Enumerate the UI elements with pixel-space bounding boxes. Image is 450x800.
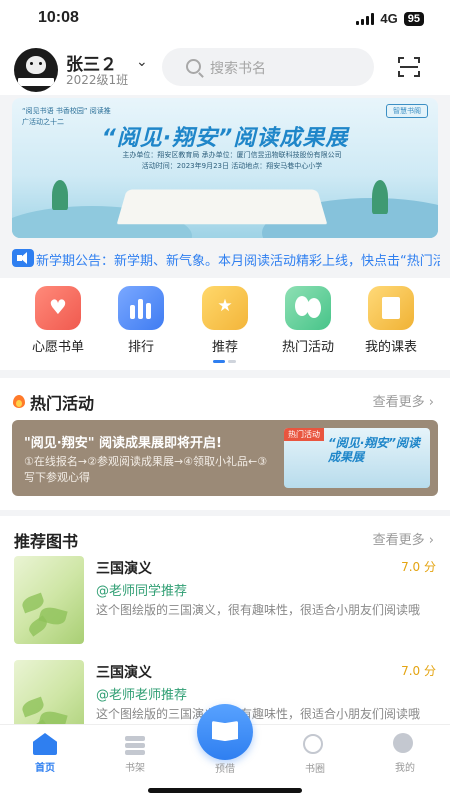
quick-nav-label: 推荐 bbox=[211, 340, 238, 355]
user-class: 2022级1班 bbox=[66, 73, 129, 87]
quick-nav-label: 我的课表 bbox=[364, 340, 417, 355]
tab-label: 我的 bbox=[395, 763, 415, 774]
top-header: 张三２ 2022级1班 ⌄ 搜索书名 bbox=[0, 40, 450, 95]
banner-meta-line2: 活动时间：2023年9月23日 活动地点：翔安马巷中心小学 bbox=[141, 162, 323, 170]
clock: 10:08 bbox=[38, 9, 79, 26]
view-more-link[interactable]: 查看更多 › bbox=[373, 391, 434, 410]
quick-nav: 心愿书单 排行 推荐 热门活动 我的课表 bbox=[0, 278, 450, 370]
book-recommender: @老师同学推荐 bbox=[96, 584, 188, 599]
scan-icon[interactable] bbox=[398, 57, 420, 77]
book-score: 7.0 分 bbox=[401, 664, 436, 678]
book-title: 三国演义 bbox=[96, 561, 152, 577]
banner-logo: 智慧书阁 bbox=[386, 104, 428, 118]
activity-card[interactable]: "阅见·翔安" 阅读成果展即将开启! ①在线报名→②参观阅读成果展→④领取小礼品… bbox=[12, 420, 438, 496]
tab-bookshelf[interactable]: 书架 bbox=[100, 733, 170, 774]
tab-book-circle[interactable]: 书圈 bbox=[280, 733, 350, 775]
network-label: 4G bbox=[380, 11, 398, 26]
chevron-down-icon[interactable]: ⌄ bbox=[136, 54, 148, 70]
book-description: 这个图绘版的三国演义，很有趣味性，很适合小朋友们阅读哦 bbox=[96, 707, 421, 721]
tab-me[interactable]: 我的 bbox=[370, 733, 440, 774]
recommended-books-section: 推荐图书 查看更多 › 三国演义 7.0 分 @老师同学推荐 这个图绘版的三国演… bbox=[0, 516, 450, 726]
tab-label: 书圈 bbox=[305, 764, 325, 775]
view-more-label: 查看更多 bbox=[372, 533, 425, 548]
quick-nav-label: 排行 bbox=[127, 340, 154, 355]
hot-activity-section: 热门活动 查看更多 › "阅见·翔安" 阅读成果展即将开启! ①在线报名→②参观… bbox=[0, 378, 450, 510]
bookshelf-icon bbox=[123, 733, 147, 755]
book-description: 这个图绘版的三国演义，很有趣味性，很适合小朋友们阅读哦 bbox=[96, 603, 421, 617]
fire-icon bbox=[12, 391, 26, 409]
quick-nav-recommend[interactable]: 推荐 bbox=[185, 286, 265, 355]
chevron-right-icon: › bbox=[428, 533, 434, 548]
status-icons: 4G 95 bbox=[356, 11, 424, 26]
view-more-link[interactable]: 查看更多 › bbox=[373, 529, 434, 548]
chevron-right-icon: › bbox=[428, 395, 434, 410]
quick-nav-hot-activities[interactable]: 热门活动 bbox=[268, 286, 348, 355]
activity-card-image: 热门活动 “阅见·翔安”阅读成果展 bbox=[284, 428, 430, 488]
quick-nav-ranking[interactable]: 排行 bbox=[101, 286, 181, 355]
borrow-book-icon[interactable] bbox=[197, 704, 253, 760]
activity-card-title: "阅见·翔安" 阅读成果展即将开启! bbox=[24, 436, 222, 451]
balloon-icon bbox=[285, 286, 331, 330]
view-more-label: 查看更多 bbox=[372, 395, 425, 410]
tab-label[interactable]: 预借 bbox=[197, 760, 253, 775]
book-list-item[interactable]: 三国演义 7.0 分 @老师同学推荐 这个图绘版的三国演义，很有趣味性，很适合小… bbox=[0, 556, 450, 652]
avatar[interactable] bbox=[14, 48, 58, 92]
compass-icon bbox=[303, 734, 327, 756]
schedule-icon bbox=[368, 286, 414, 330]
banner-title: “阅见·翔安”阅读成果展 bbox=[101, 126, 349, 151]
avatar-caption-icon bbox=[18, 78, 54, 86]
book-cover bbox=[14, 660, 84, 726]
book-cover bbox=[14, 556, 84, 644]
quick-nav-label: 心愿书单 bbox=[31, 340, 84, 355]
tab-home[interactable]: 首页 bbox=[10, 733, 80, 774]
signal-icon bbox=[356, 12, 375, 25]
banner-meta: 主办单位：翔安区教育局 承办单位：厦门信昱迅物联科技股份有限公司 活动时间：20… bbox=[82, 150, 382, 172]
quick-nav-wishlist[interactable]: 心愿书单 bbox=[18, 286, 98, 355]
book-title: 三国演义 bbox=[96, 665, 152, 681]
activity-image-title: “阅见·翔安”阅读成果展 bbox=[328, 436, 421, 464]
search-input[interactable]: 搜索书名 bbox=[162, 48, 374, 86]
announcement-bar[interactable]: 新学期公告：新学期、新气象。本月阅读活动精彩上线，快点击“热门活动” bbox=[0, 244, 450, 272]
banner-tree-icon bbox=[52, 180, 68, 210]
activity-card-desc: ①在线报名→②参观阅读成果展→④领取小礼品←③写下参观心得 bbox=[24, 455, 268, 484]
book-score: 7.0 分 bbox=[401, 560, 436, 574]
banner-meta-line1: 主办单位：翔安区教育局 承办单位：厦门信昱迅物联科技股份有限公司 bbox=[122, 151, 342, 159]
battery-icon: 95 bbox=[403, 11, 424, 26]
banner-tree-icon bbox=[372, 180, 388, 214]
activity-image-tag: 热门活动 bbox=[284, 428, 324, 441]
page-indicator bbox=[213, 360, 237, 363]
section-title: 热门活动 bbox=[30, 394, 95, 413]
search-placeholder: 搜索书名 bbox=[210, 61, 266, 77]
tab-label: 书架 bbox=[125, 763, 145, 774]
activity-banner[interactable]: “阅见书语 书香校园” 阅读推广活动之十二 智慧书阁 “阅见·翔安”阅读成果展 … bbox=[12, 98, 438, 238]
heart-icon bbox=[35, 286, 81, 330]
home-indicator bbox=[148, 788, 302, 793]
home-icon bbox=[33, 733, 57, 755]
star-icon bbox=[202, 286, 248, 330]
banner-open-book-illustration bbox=[116, 189, 328, 225]
quick-nav-schedule[interactable]: 我的课表 bbox=[351, 286, 431, 355]
book-recommender: @老师老师推荐 bbox=[96, 688, 188, 703]
avatar-face-icon bbox=[26, 56, 46, 74]
speaker-icon bbox=[12, 249, 34, 267]
search-icon bbox=[186, 59, 201, 74]
tab-label: 首页 bbox=[35, 763, 55, 774]
announcement-text: 新学期公告：新学期、新气象。本月阅读活动精彩上线，快点击“热门活动” bbox=[36, 254, 440, 269]
ranking-icon bbox=[118, 286, 164, 330]
status-bar: 10:08 4G 95 bbox=[0, 0, 450, 40]
section-title: 推荐图书 bbox=[14, 532, 79, 551]
profile-icon bbox=[393, 733, 417, 755]
quick-nav-label: 热门活动 bbox=[281, 340, 334, 355]
